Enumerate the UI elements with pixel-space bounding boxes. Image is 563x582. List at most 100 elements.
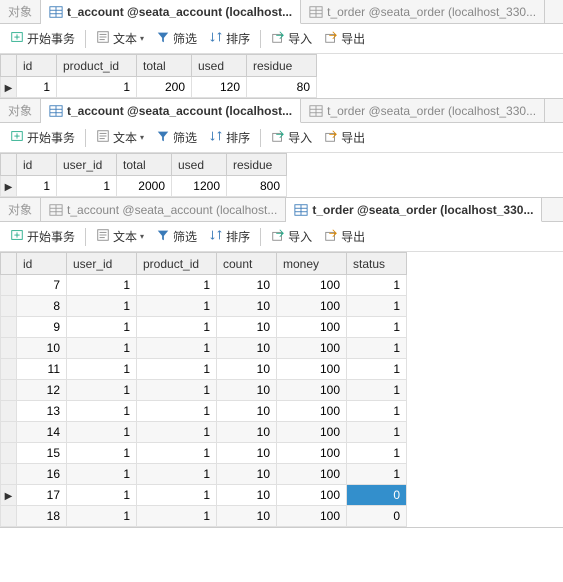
column-header[interactable]: used bbox=[172, 154, 227, 176]
table-row[interactable]: 1211101001 bbox=[1, 380, 407, 401]
table-cell[interactable]: 100 bbox=[277, 401, 347, 422]
row-header[interactable] bbox=[1, 464, 17, 485]
table-cell[interactable]: 1 bbox=[67, 401, 137, 422]
table-cell[interactable]: 1 bbox=[347, 443, 407, 464]
table-cell[interactable]: 1 bbox=[347, 464, 407, 485]
table-cell[interactable]: 100 bbox=[277, 485, 347, 506]
table-cell[interactable]: 100 bbox=[277, 296, 347, 317]
table-cell[interactable]: 1 bbox=[67, 359, 137, 380]
table-cell[interactable]: 1 bbox=[67, 506, 137, 527]
begin-transaction-button[interactable]: 开始事务 bbox=[6, 127, 79, 148]
table-row[interactable]: 711101001 bbox=[1, 275, 407, 296]
tab-object[interactable]: 对象 bbox=[0, 99, 41, 122]
text-button[interactable]: 文本▾ bbox=[92, 226, 148, 247]
table-cell[interactable]: 1 bbox=[67, 485, 137, 506]
table-cell[interactable]: 100 bbox=[277, 506, 347, 527]
table-cell[interactable]: 1 bbox=[347, 338, 407, 359]
table-cell[interactable]: 15 bbox=[17, 443, 67, 464]
tab-order[interactable]: t_order @seata_order (localhost_330... bbox=[301, 0, 545, 23]
row-header[interactable] bbox=[1, 422, 17, 443]
table-cell[interactable]: 10 bbox=[17, 338, 67, 359]
table-cell[interactable]: 0 bbox=[347, 506, 407, 527]
filter-button[interactable]: 筛选 bbox=[152, 127, 201, 148]
column-header[interactable]: total bbox=[117, 154, 172, 176]
import-button[interactable]: 导入 bbox=[267, 226, 316, 247]
table-cell[interactable]: 200 bbox=[137, 77, 192, 98]
column-header[interactable]: status bbox=[347, 253, 407, 275]
table-cell[interactable]: 1 bbox=[137, 464, 217, 485]
table-cell[interactable]: 10 bbox=[217, 275, 277, 296]
table-cell[interactable]: 2000 bbox=[117, 176, 172, 197]
table-cell[interactable]: 1 bbox=[347, 296, 407, 317]
table-cell[interactable]: 1 bbox=[67, 380, 137, 401]
table-row[interactable]: 1111101001 bbox=[1, 359, 407, 380]
filter-button[interactable]: 筛选 bbox=[152, 28, 201, 49]
row-header[interactable] bbox=[1, 296, 17, 317]
table-cell[interactable]: 16 bbox=[17, 464, 67, 485]
table-cell[interactable]: 1 bbox=[347, 380, 407, 401]
table-cell[interactable]: 1 bbox=[347, 401, 407, 422]
table-row[interactable]: 911101001 bbox=[1, 317, 407, 338]
table-cell[interactable]: 1 bbox=[137, 401, 217, 422]
table-cell[interactable]: 9 bbox=[17, 317, 67, 338]
begin-transaction-button[interactable]: 开始事务 bbox=[6, 28, 79, 49]
table-cell[interactable]: 10 bbox=[217, 464, 277, 485]
column-header[interactable]: residue bbox=[247, 55, 317, 77]
table-cell[interactable]: 100 bbox=[277, 338, 347, 359]
data-table-1[interactable]: idproduct_idtotalusedresidue▶1120012080 bbox=[0, 54, 317, 98]
table-cell[interactable]: 1 bbox=[137, 296, 217, 317]
table-cell[interactable]: 1 bbox=[57, 77, 137, 98]
table-cell[interactable]: 1 bbox=[137, 506, 217, 527]
row-header[interactable] bbox=[1, 275, 17, 296]
table-cell[interactable]: 12 bbox=[17, 380, 67, 401]
table-cell[interactable]: 1 bbox=[137, 275, 217, 296]
table-cell[interactable]: 1 bbox=[67, 464, 137, 485]
table-cell[interactable]: 10 bbox=[217, 443, 277, 464]
tab-account[interactable]: t_account @seata_account (localhost... bbox=[41, 99, 301, 123]
table-cell[interactable]: 1 bbox=[17, 77, 57, 98]
tab-order[interactable]: t_order @seata_order (localhost_330... bbox=[301, 99, 545, 122]
column-header[interactable]: user_id bbox=[57, 154, 117, 176]
column-header[interactable]: used bbox=[192, 55, 247, 77]
table-cell[interactable]: 1 bbox=[67, 296, 137, 317]
table-cell[interactable]: 14 bbox=[17, 422, 67, 443]
table-row[interactable]: 1011101001 bbox=[1, 338, 407, 359]
column-header[interactable]: residue bbox=[227, 154, 287, 176]
table-row[interactable]: 1311101001 bbox=[1, 401, 407, 422]
table-row[interactable]: 1411101001 bbox=[1, 422, 407, 443]
export-button[interactable]: 导出 bbox=[320, 28, 369, 49]
table-row[interactable]: 1511101001 bbox=[1, 443, 407, 464]
row-header[interactable] bbox=[1, 338, 17, 359]
table-cell[interactable]: 1 bbox=[347, 317, 407, 338]
export-button[interactable]: 导出 bbox=[320, 127, 369, 148]
tab-object[interactable]: 对象 bbox=[0, 0, 41, 23]
table-cell[interactable]: 80 bbox=[247, 77, 317, 98]
sort-button[interactable]: 排序 bbox=[205, 226, 254, 247]
table-row[interactable]: ▶1120012080 bbox=[1, 77, 317, 98]
column-header[interactable]: product_id bbox=[137, 253, 217, 275]
table-cell[interactable]: 120 bbox=[192, 77, 247, 98]
row-header[interactable] bbox=[1, 359, 17, 380]
table-cell[interactable]: 1 bbox=[137, 443, 217, 464]
tab-account[interactable]: t_account @seata_account (localhost... bbox=[41, 198, 286, 221]
table-cell[interactable]: 10 bbox=[217, 380, 277, 401]
table-cell[interactable]: 10 bbox=[217, 338, 277, 359]
table-cell[interactable]: 10 bbox=[217, 485, 277, 506]
column-header[interactable]: count bbox=[217, 253, 277, 275]
table-cell[interactable]: 100 bbox=[277, 359, 347, 380]
column-header[interactable]: total bbox=[137, 55, 192, 77]
table-cell[interactable]: 1 bbox=[67, 338, 137, 359]
export-button[interactable]: 导出 bbox=[320, 226, 369, 247]
table-cell[interactable]: 1 bbox=[347, 422, 407, 443]
row-header[interactable] bbox=[1, 380, 17, 401]
row-header[interactable]: ▶ bbox=[1, 77, 17, 98]
table-cell[interactable]: 100 bbox=[277, 317, 347, 338]
table-cell[interactable]: 10 bbox=[217, 401, 277, 422]
tab-account[interactable]: t_account @seata_account (localhost... bbox=[41, 0, 301, 24]
table-cell[interactable]: 10 bbox=[217, 296, 277, 317]
table-cell[interactable]: 18 bbox=[17, 506, 67, 527]
table-cell[interactable]: 1 bbox=[137, 485, 217, 506]
table-cell[interactable]: 1 bbox=[67, 317, 137, 338]
table-cell[interactable]: 10 bbox=[217, 506, 277, 527]
table-cell[interactable]: 8 bbox=[17, 296, 67, 317]
